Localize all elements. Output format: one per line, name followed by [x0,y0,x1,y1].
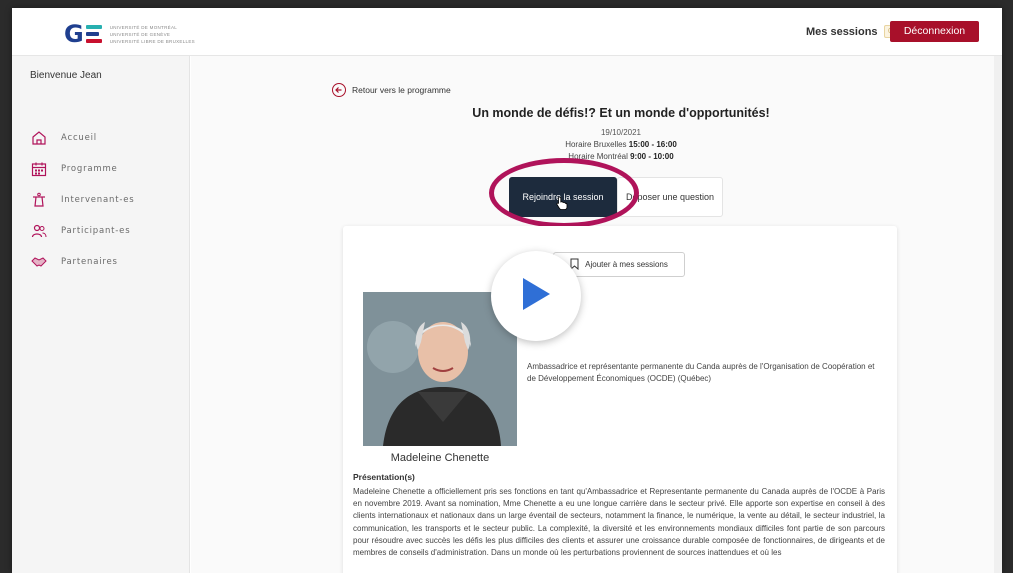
sidebar-item-accueil[interactable]: Accueil [30,122,134,153]
speaker-role: Ambassadrice et représentante permanente… [527,362,875,383]
main-content: Retour vers le programme Un monde de déf… [191,56,1002,573]
logo-line: UNIVERSITÉ LIBRE DE BRUXELLES [109,38,195,44]
logo-g-letter: G [64,20,84,48]
back-link-label: Retour vers le programme [352,85,451,95]
podium-icon [30,191,48,209]
my-sessions-label: Mes sessions [806,25,878,38]
session-time-montreal: Horaire Montréal 9:00 - 10:00 [521,152,721,161]
video-play-button[interactable] [491,251,581,341]
sidebar-item-participant-es[interactable]: Participant-es [30,215,134,246]
sidebar-item-partenaires[interactable]: Partenaires [30,246,134,277]
my-sessions-link[interactable]: Mes sessions 0 [806,25,897,38]
handshake-icon [30,253,48,271]
session-date: 19/10/2021 [600,128,642,137]
time-value: 9:00 - 10:00 [630,152,674,161]
session-detail-card: Ajouter à mes sessions Madeleine Chenett… [343,226,897,573]
logo-e-bars [85,25,102,43]
presentation-heading: Présentation(s) [353,472,415,482]
sidebar-item-label: Accueil [61,132,97,143]
logo-line: UNIVERSITÉ DE GENÈVE [109,31,171,37]
logo-mark: GE G [64,22,102,46]
sidebar-item-intervenant-es[interactable]: Intervenant-es [30,184,134,215]
sidebar: Bienvenue Jean Accueil Programme Interve… [12,56,190,573]
arrow-left-icon [332,83,346,97]
top-header: GE G UNIVERSITÉ DE MONTRÉAL UNIVERSITÉ D… [12,8,1002,56]
hand-pointer-icon [556,196,568,215]
session-time-brussels: Horaire Bruxelles 15:00 - 16:00 [521,140,721,149]
ask-question-button[interactable]: Déposer une question [617,177,723,217]
speaker-photo [363,292,517,446]
add-to-my-sessions-label: Ajouter à mes sessions [585,260,668,269]
sidebar-item-label: Intervenant-es [61,194,135,205]
time-label: Horaire Montréal [568,152,628,161]
browser-viewport: GE G UNIVERSITÉ DE MONTRÉAL UNIVERSITÉ D… [12,8,1002,573]
sidebar-item-programme[interactable]: Programme [30,153,134,184]
play-icon [519,276,553,317]
back-to-programme-link[interactable]: Retour vers le programme [332,83,451,97]
page-scrollbar[interactable] [994,56,1002,573]
time-label: Horaire Bruxelles [565,140,627,149]
speaker-name: Madeleine Chenette [390,452,490,464]
sidebar-item-label: Participant-es [61,225,131,236]
home-icon [30,129,48,147]
logout-button[interactable]: Déconnexion [890,21,979,42]
welcome-text: Bienvenue Jean [30,70,102,81]
presentation-text: Madeleine Chenette a officiellement pris… [353,487,885,558]
sidebar-item-label: Programme [61,163,118,174]
logo[interactable]: GE G UNIVERSITÉ DE MONTRÉAL UNIVERSITÉ D… [64,22,195,46]
users-icon [30,222,48,240]
logo-line: UNIVERSITÉ DE MONTRÉAL [109,24,178,30]
time-value: 15:00 - 16:00 [628,140,677,149]
sidebar-item-label: Partenaires [61,256,118,267]
logo-text: UNIVERSITÉ DE MONTRÉAL UNIVERSITÉ DE GEN… [110,25,195,44]
sidebar-nav: Accueil Programme Intervenant-es Partici… [30,122,134,277]
calendar-icon [30,160,48,178]
session-title: Un monde de défis!? Et un monde d'opport… [472,106,770,120]
